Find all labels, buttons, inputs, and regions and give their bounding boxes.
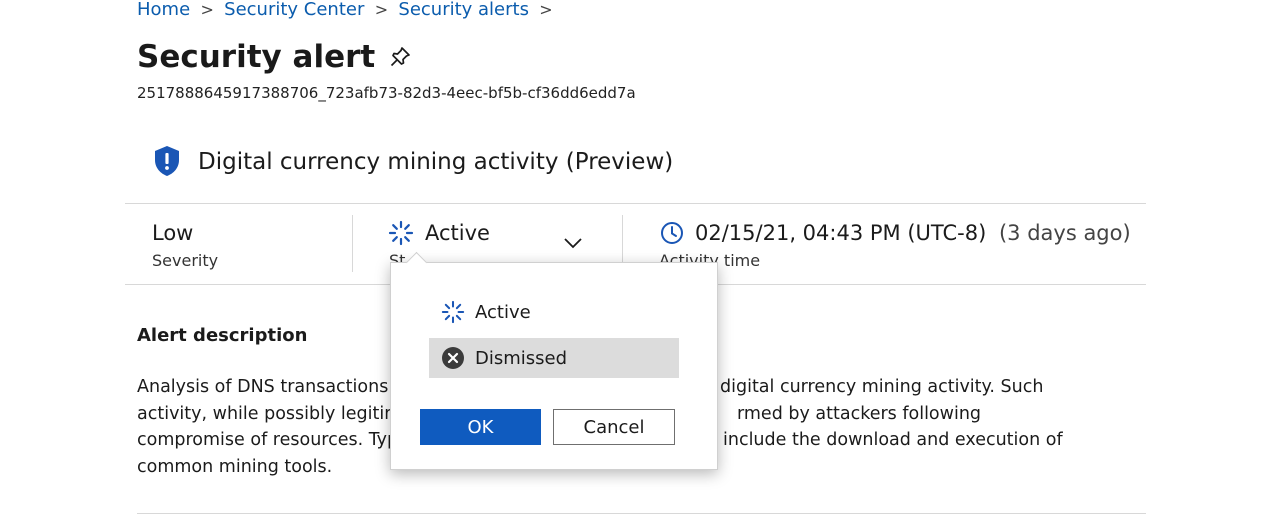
breadcrumb: Home > Security Center > Security alerts… [137,0,563,21]
breadcrumb-separator: > [539,0,553,19]
summary-top-divider [125,203,1146,204]
spinner-icon [441,300,465,324]
breadcrumb-security-center[interactable]: Security Center [224,0,364,20]
status-value[interactable]: Active [425,219,490,247]
activity-time: 02/15/21, 04:43 PM (UTC-8) [695,221,987,245]
activity-time-value: 02/15/21, 04:43 PM (UTC-8) (3 days ago) [695,219,1131,247]
cancel-button[interactable]: Cancel [553,409,675,445]
bottom-divider [137,513,1146,514]
page-title: Security alert [137,39,376,75]
severity-value: Low [152,221,194,245]
status-option-dismissed[interactable]: Dismissed [429,338,679,378]
spinner-icon [388,220,414,246]
clock-icon [661,222,683,244]
breadcrumb-security-alerts[interactable]: Security alerts [398,0,529,20]
alert-id: 2517888645917388706_723afb73-82d3-4eec-b… [137,84,636,102]
activity-time-relative: (3 days ago) [998,221,1131,245]
alert-name: Digital currency mining activity (Previe… [198,149,674,175]
breadcrumb-separator: > [374,0,389,19]
status-option-label: Dismissed [475,347,568,369]
severity-label: Severity [152,251,219,270]
dismiss-circle-icon [442,347,464,369]
breadcrumb-separator: > [200,0,214,19]
summary-divider [352,215,353,272]
status-dropdown-popup: Active Dismissed OK Cancel [390,262,718,470]
chevron-down-icon[interactable] [563,235,583,251]
status-option-label: Active [475,301,531,323]
status-option-active[interactable]: Active [429,292,679,332]
breadcrumb-home[interactable]: Home [137,0,190,20]
shield-exclamation-icon [155,146,179,176]
alert-description-title: Alert description [137,325,308,346]
ok-button[interactable]: OK [420,409,541,445]
pin-icon[interactable] [388,45,412,69]
